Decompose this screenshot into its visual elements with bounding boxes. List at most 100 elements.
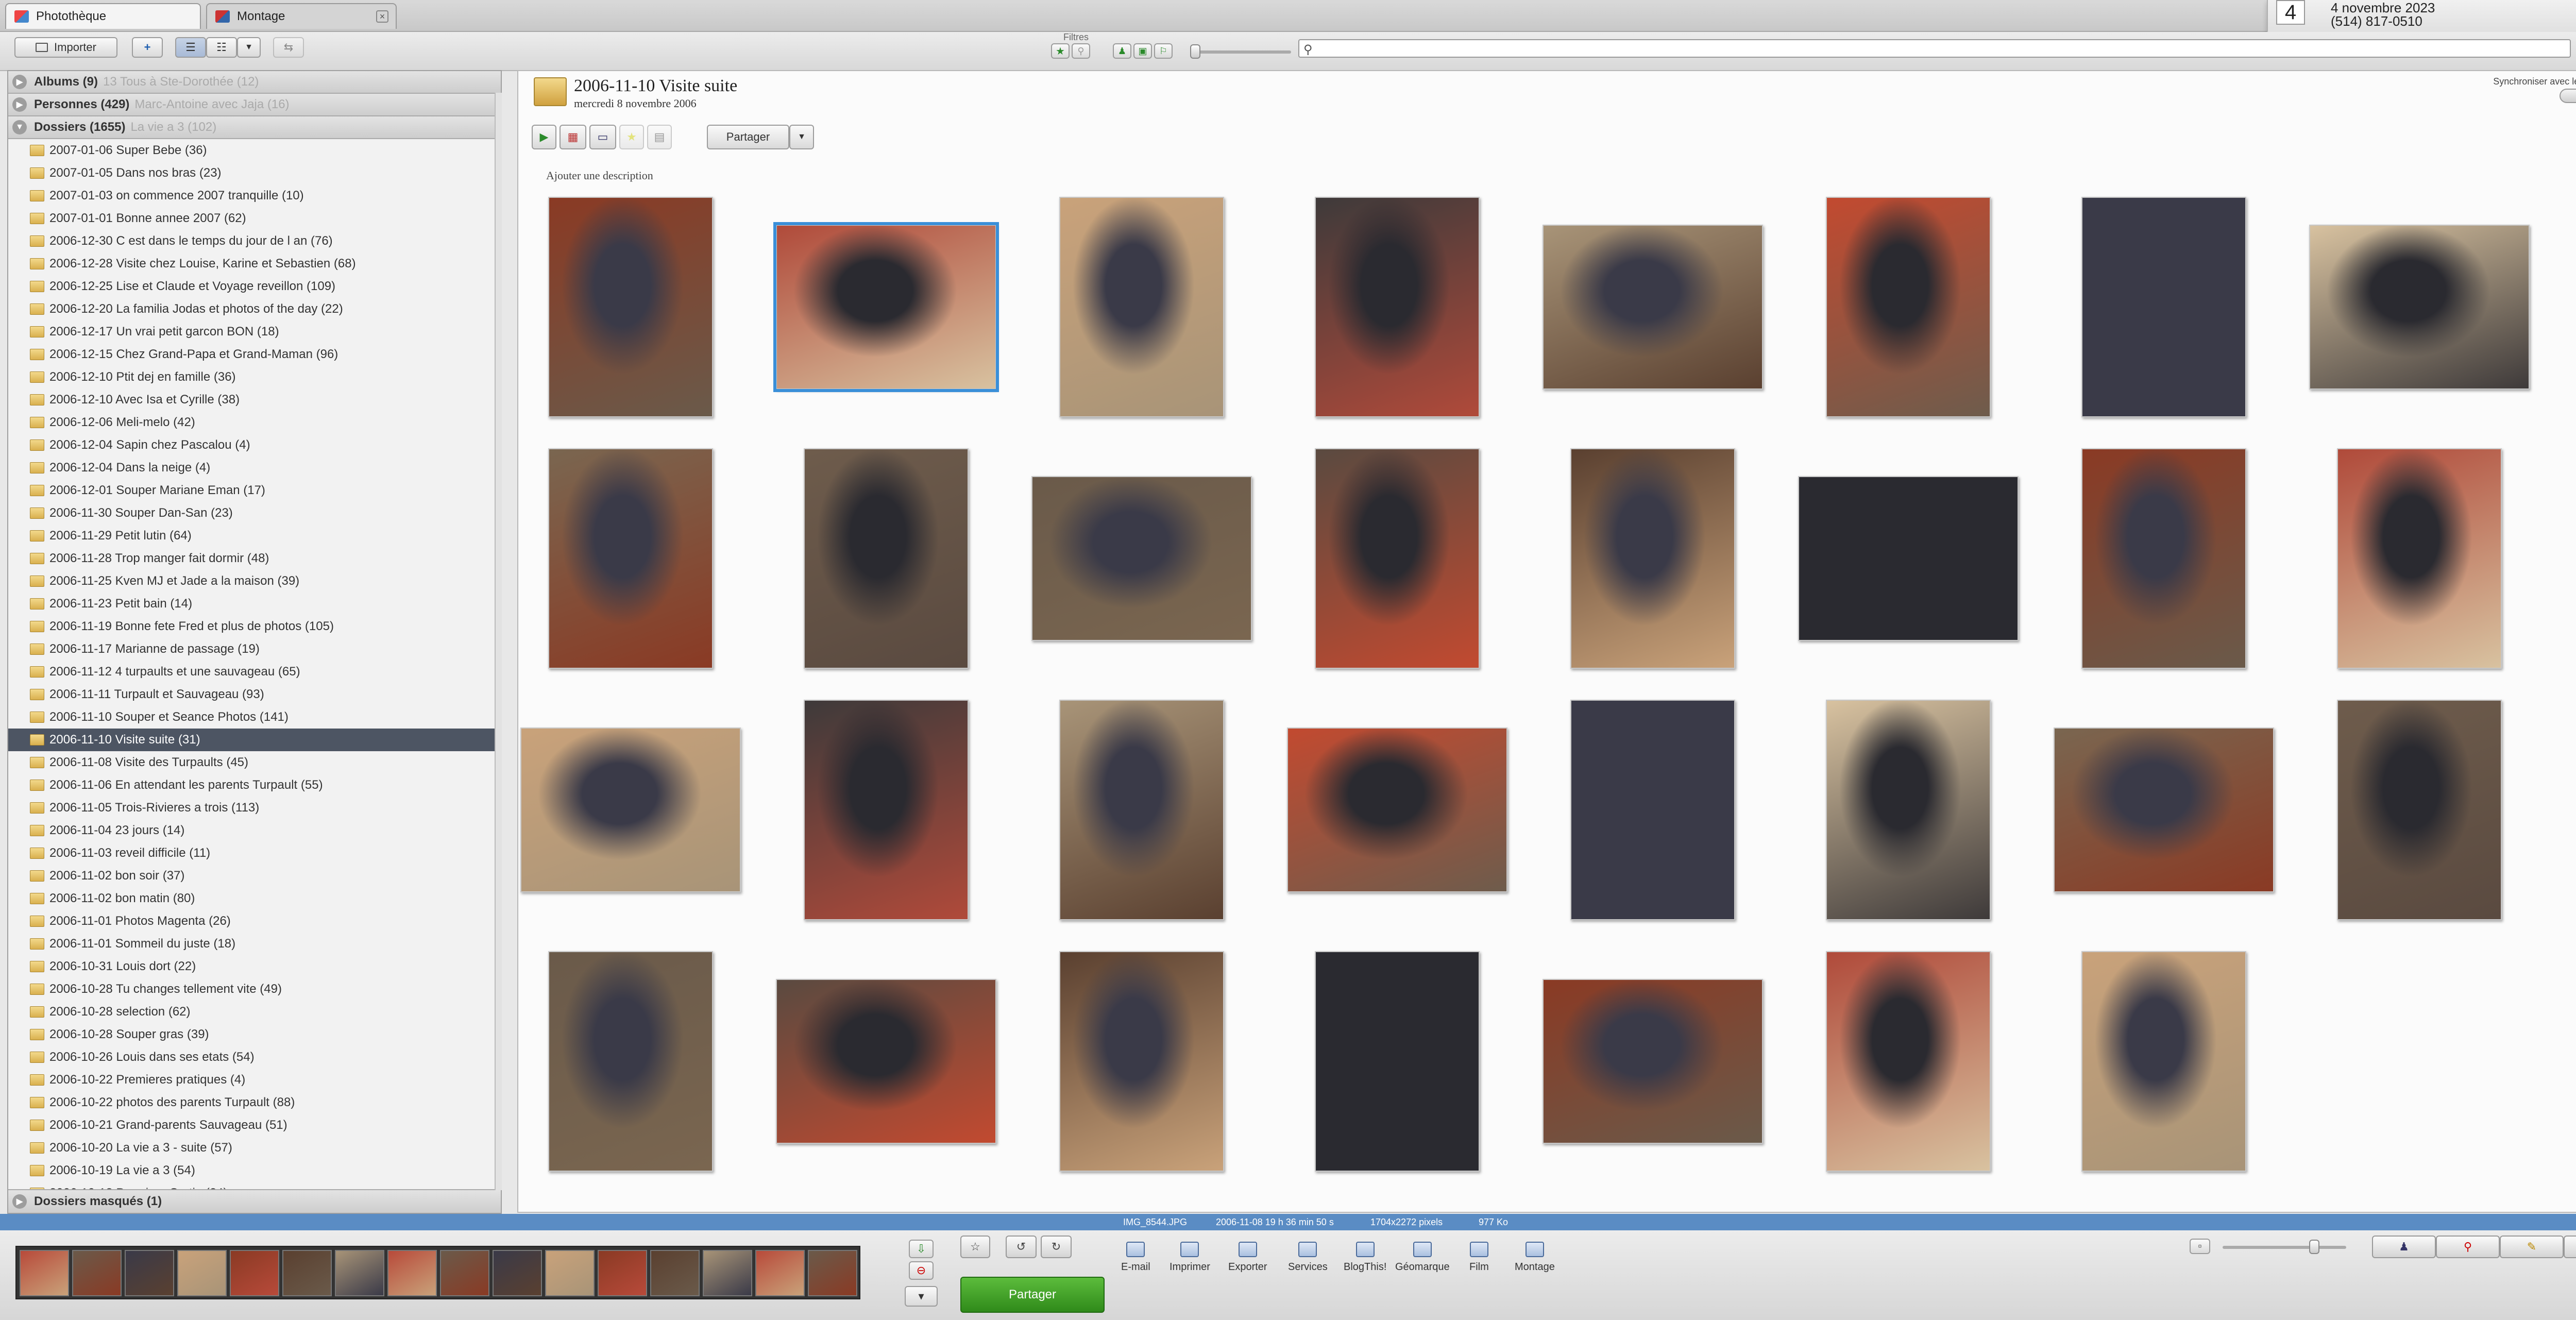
photo-thumbnail[interactable] [1570, 700, 1735, 920]
photo-thumbnail[interactable] [2081, 951, 2246, 1172]
photo-thumbnail[interactable] [2081, 197, 2246, 417]
tray-thumbnail[interactable] [440, 1250, 489, 1296]
photo-thumbnail[interactable] [1826, 197, 1991, 417]
photo-thumbnail[interactable] [2309, 225, 2530, 390]
sidebar-folders[interactable]: ▼ Dossiers (1655) La vie a 3 (102) [8, 116, 501, 139]
sidebar-folder-item[interactable]: 2007-01-05 Dans nos bras (23) [8, 162, 501, 184]
photo-thumbnail[interactable] [1315, 448, 1480, 669]
tray-thumbnail[interactable] [72, 1250, 122, 1296]
sidebar-folder-item[interactable]: 2006-11-05 Trois-Rivieres a trois (113) [8, 797, 501, 819]
photo-thumbnail[interactable] [804, 448, 969, 669]
photo-thumbnail[interactable] [1826, 951, 1991, 1172]
sidebar-folder-item[interactable]: 2006-11-01 Photos Magenta (26) [8, 910, 501, 933]
rotate-left-button[interactable]: ↺ [1006, 1236, 1037, 1258]
sidebar-folder-item[interactable]: 2006-12-01 Souper Mariane Eman (17) [8, 479, 501, 502]
tags-button[interactable]: ✎ [2500, 1236, 2564, 1258]
save-button[interactable]: ▤ [647, 125, 672, 149]
photo-thumbnail[interactable] [1287, 727, 1507, 892]
tray-thumbnail[interactable] [230, 1250, 279, 1296]
sidebar-folder-item[interactable]: 2006-10-20 La vie a 3 - suite (57) [8, 1137, 501, 1159]
sidebar-folder-item[interactable]: 2006-11-30 Souper Dan-San (23) [8, 502, 501, 524]
chevron-right-icon[interactable]: ▶ [12, 75, 27, 89]
sidebar-folder-item[interactable]: 2006-11-08 Visite des Turpaults (45) [8, 751, 501, 774]
sidebar-folder-item[interactable]: 2006-11-17 Marianne de passage (19) [8, 638, 501, 661]
sidebar-folder-item[interactable]: 2006-11-25 Kven MJ et Jade a la maison (… [8, 570, 501, 593]
photo-thumbnail[interactable] [1798, 476, 2019, 641]
tray-thumbnail[interactable] [545, 1250, 595, 1296]
photo-thumbnail[interactable] [2054, 727, 2274, 892]
pin-filter-icon[interactable]: ⚲ [1072, 43, 1090, 59]
movie-button[interactable]: ▭ [589, 125, 616, 149]
sidebar-folder-item[interactable]: 2006-11-10 Visite suite (31) [8, 729, 501, 751]
sidebar-folder-item[interactable]: 2006-11-03 reveil difficile (11) [8, 842, 501, 865]
people-button[interactable]: ♟ [2372, 1236, 2436, 1258]
photo-thumbnail[interactable] [2337, 448, 2502, 669]
sidebar-folder-item[interactable]: 2006-10-22 Premieres pratiques (4) [8, 1069, 501, 1091]
sidebar-folder-item[interactable]: 2006-10-28 Souper gras (39) [8, 1023, 501, 1046]
sidebar-folder-item[interactable]: 2006-12-04 Dans la neige (4) [8, 456, 501, 479]
tray-menu-button[interactable]: ▾ [905, 1286, 938, 1307]
tray-thumbnail[interactable] [493, 1250, 542, 1296]
montage-action[interactable]: Montage [1515, 1242, 1555, 1273]
photo-thumbnail[interactable] [520, 727, 741, 892]
sidebar-folder-item[interactable]: 2006-10-28 Tu changes tellement vite (49… [8, 978, 501, 1001]
sidebar-folder-item[interactable]: 2007-01-01 Bonne annee 2007 (62) [8, 207, 501, 230]
import-button[interactable]: Importer [14, 37, 117, 58]
description-field[interactable]: Ajouter une description [546, 169, 653, 182]
sidebar-folder-item[interactable]: 2006-12-04 Sapin chez Pascalou (4) [8, 434, 501, 456]
photo-thumbnail[interactable] [1570, 448, 1735, 669]
web-sync-toggle[interactable] [2560, 89, 2576, 103]
location-filter-icon[interactable]: ⚐ [1154, 43, 1173, 59]
movie-action[interactable]: Film [1469, 1242, 1489, 1273]
info-button[interactable]: ⓘ [2564, 1236, 2576, 1258]
tray-thumbnail[interactable] [282, 1250, 332, 1296]
tray-thumbnail[interactable] [335, 1250, 384, 1296]
services-action[interactable]: Services [1288, 1242, 1328, 1273]
photo-thumbnail[interactable] [1059, 700, 1224, 920]
sync-button[interactable]: ⇆ [273, 37, 304, 58]
photo-thumbnail[interactable] [548, 448, 713, 669]
photo-thumbnail[interactable] [1315, 951, 1480, 1172]
tray-thumbnail[interactable] [125, 1250, 174, 1296]
photo-thumbnail[interactable] [1031, 476, 1252, 641]
photo-thumbnail[interactable] [804, 700, 969, 920]
geotag-action[interactable]: Géomarque [1395, 1242, 1450, 1273]
share-dropdown[interactable]: Partager [707, 125, 789, 149]
zoom-slider-knob[interactable] [2309, 1240, 2319, 1254]
tray-thumbnail[interactable] [755, 1250, 805, 1296]
sidebar-folder-item[interactable]: 2006-12-15 Chez Grand-Papa et Grand-Mama… [8, 343, 501, 366]
photo-thumbnail[interactable] [776, 979, 996, 1144]
close-icon[interactable]: × [376, 10, 388, 23]
sidebar-folder-item[interactable]: 2006-10-22 photos des parents Turpault (… [8, 1091, 501, 1114]
sidebar-scrollbar[interactable] [495, 93, 502, 1190]
sidebar-folder-item[interactable]: 2006-12-28 Visite chez Louise, Karine et… [8, 252, 501, 275]
collage-button[interactable]: ▦ [560, 125, 586, 149]
tray-hold-button[interactable]: ⇩ [909, 1240, 934, 1258]
star-button[interactable]: ★ [619, 125, 644, 149]
places-button[interactable]: ⚲ [2436, 1236, 2500, 1258]
photo-thumbnail[interactable] [1543, 225, 1763, 390]
sidebar-folder-item[interactable]: 2006-11-04 23 jours (14) [8, 819, 501, 842]
sidebar-folder-item[interactable]: 2006-12-06 Meli-melo (42) [8, 411, 501, 434]
sidebar-folder-item[interactable]: 2006-12-30 C est dans le temps du jour d… [8, 230, 501, 252]
tree-view-button[interactable]: ☷ [206, 37, 237, 58]
view-dropdown[interactable]: ▼ [237, 37, 261, 58]
chevron-down-icon[interactable]: ▼ [12, 120, 27, 134]
share-button[interactable]: Partager [960, 1277, 1105, 1313]
sidebar-folder-item[interactable]: 2006-12-10 Ptit dej en famille (36) [8, 366, 501, 388]
sidebar-folder-item[interactable]: 2006-12-10 Avec Isa et Cyrille (38) [8, 388, 501, 411]
list-view-button[interactable]: ☰ [175, 37, 206, 58]
tray-thumbnail[interactable] [598, 1250, 647, 1296]
tray-thumbnail[interactable] [20, 1250, 69, 1296]
sidebar-people[interactable]: ▶ Personnes (429) Marc-Antoine avec Jaja… [8, 94, 501, 116]
star-rating-button[interactable]: ☆ [960, 1236, 990, 1258]
sidebar-albums[interactable]: ▶ Albums (9) 13 Tous à Ste-Dorothée (12) [8, 71, 501, 94]
email-action[interactable]: E-mail [1121, 1242, 1150, 1273]
tray-clear-button[interactable]: ⊖ [909, 1261, 934, 1280]
sidebar-folder-item[interactable]: 2007-01-03 on commence 2007 tranquille (… [8, 184, 501, 207]
rotate-right-button[interactable]: ↻ [1041, 1236, 1072, 1258]
sidebar-folder-item[interactable]: 2006-10-26 Louis dans ses etats (54) [8, 1046, 501, 1069]
zoom-slider[interactable] [2223, 1246, 2346, 1249]
sidebar-hidden-folders[interactable]: ▶ Dossiers masqués (1) [8, 1189, 501, 1213]
export-action[interactable]: Exporter [1228, 1242, 1267, 1273]
